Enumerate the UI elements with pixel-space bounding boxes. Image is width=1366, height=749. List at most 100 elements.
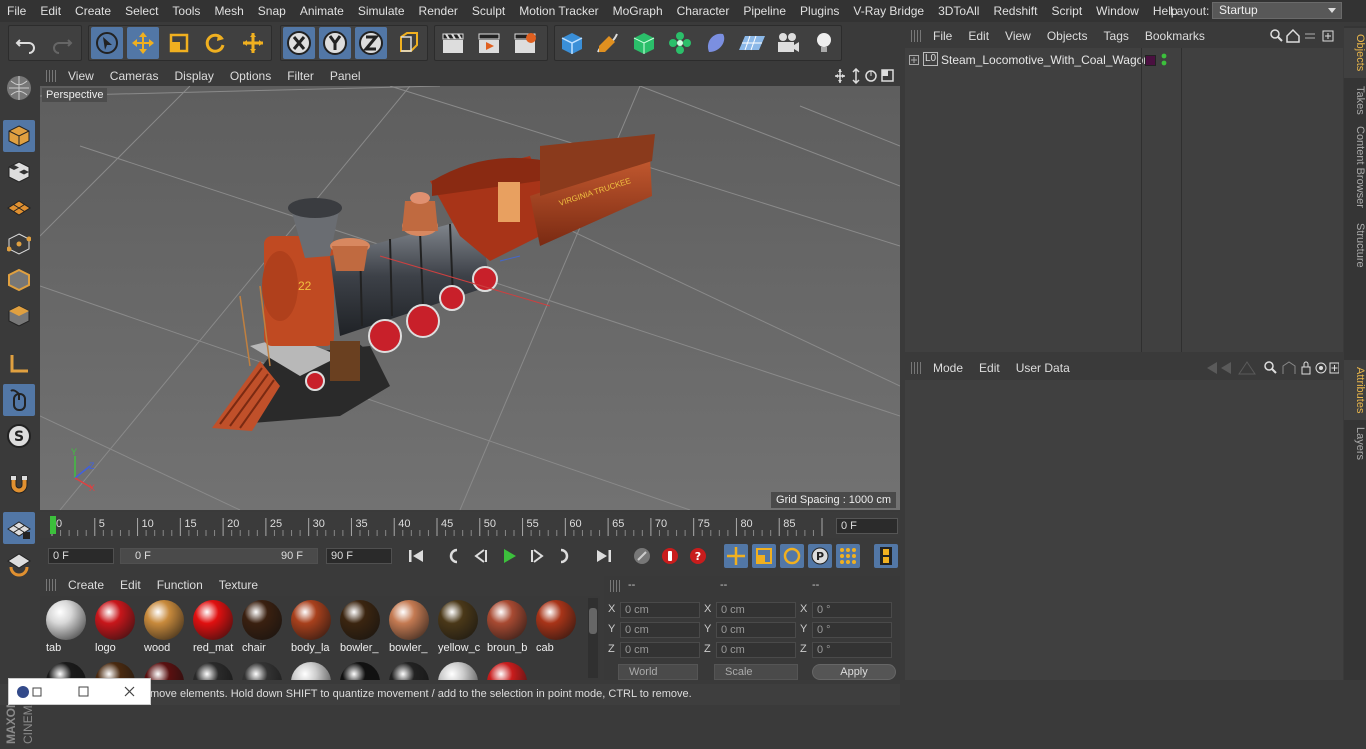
autokey-button[interactable]: ? [686, 544, 710, 568]
key-pla-button[interactable] [836, 544, 860, 568]
attr-menu-user-data[interactable]: User Data [1008, 361, 1078, 375]
om-toolbar-icons[interactable] [1269, 28, 1339, 44]
panel-grip[interactable] [46, 579, 56, 591]
material-swatch[interactable]: red_mat [191, 598, 235, 654]
x-axis-button[interactable] [283, 27, 315, 59]
transform-tool-button[interactable] [237, 27, 269, 59]
live-selection-button[interactable] [91, 27, 123, 59]
workplane-mode-button[interactable] [3, 192, 35, 224]
menu-mograph[interactable]: MoGraph [606, 0, 670, 22]
material-swatch[interactable]: body_la [289, 598, 333, 654]
material-preview-ball-row2[interactable] [193, 662, 233, 680]
undo-button[interactable] [10, 27, 42, 59]
menu-render[interactable]: Render [412, 0, 465, 22]
next-frame-button[interactable] [525, 544, 549, 568]
menu-character[interactable]: Character [670, 0, 737, 22]
menu-file[interactable]: File [0, 0, 33, 22]
timeline-playhead[interactable] [50, 516, 56, 534]
edges-mode-button[interactable] [3, 264, 35, 296]
rotation-field[interactable]: 0 ° [812, 622, 892, 638]
go-to-end-button[interactable] [592, 544, 616, 568]
camera-button[interactable] [772, 27, 804, 59]
quantize-button[interactable] [3, 548, 35, 580]
axis-mode-button[interactable] [3, 348, 35, 380]
deformer-button[interactable] [700, 27, 732, 59]
panel-grip[interactable] [610, 580, 620, 592]
viewport-menu-options[interactable]: Options [222, 69, 279, 83]
material-swatch[interactable]: wood [142, 598, 186, 654]
subdivision-button[interactable] [628, 27, 660, 59]
om-menu-edit[interactable]: Edit [960, 29, 997, 43]
visibility-dots-icon[interactable] [1160, 53, 1168, 67]
material-menu-function[interactable]: Function [149, 578, 211, 592]
expand-plus-icon[interactable] [909, 55, 919, 65]
next-key-button[interactable] [553, 544, 577, 568]
menu-snap[interactable]: Snap [251, 0, 293, 22]
material-scroll-thumb[interactable] [589, 608, 597, 634]
start-frame-field[interactable]: 0 F [48, 548, 114, 564]
tab-objects[interactable]: Objects [1344, 28, 1366, 78]
size-mode-dropdown[interactable]: Scale [714, 664, 798, 680]
rotate-tool-button[interactable] [199, 27, 231, 59]
material-swatch[interactable]: chair [240, 598, 284, 654]
menu-mesh[interactable]: Mesh [207, 0, 250, 22]
timeline-window-button[interactable] [874, 544, 898, 568]
model-mode-button[interactable] [3, 120, 35, 152]
om-menu-file[interactable]: File [925, 29, 960, 43]
rotation-field[interactable]: 0 ° [812, 602, 892, 618]
snap-button[interactable] [3, 468, 35, 500]
material-swatch[interactable]: yellow_c [436, 598, 480, 654]
material-preview-ball-row2[interactable] [438, 662, 478, 680]
key-position-button[interactable] [724, 544, 748, 568]
om-menu-view[interactable]: View [997, 29, 1039, 43]
viewport-menu-panel[interactable]: Panel [322, 69, 369, 83]
panel-grip[interactable] [911, 30, 921, 42]
apply-button[interactable]: Apply [812, 664, 896, 680]
rotation-field[interactable]: 0 ° [812, 642, 892, 658]
coordinate-mode-dropdown[interactable]: World [618, 664, 698, 680]
floor-button[interactable] [736, 27, 768, 59]
tweak-mode-button[interactable] [3, 384, 35, 416]
material-menu-create[interactable]: Create [60, 578, 112, 592]
material-preview-ball-row2[interactable] [487, 662, 527, 680]
om-menu-tags[interactable]: Tags [1096, 29, 1137, 43]
attr-menu-mode[interactable]: Mode [925, 361, 971, 375]
menu-redshift[interactable]: Redshift [986, 0, 1044, 22]
material-swatch[interactable]: broun_b [485, 598, 529, 654]
menu-select[interactable]: Select [118, 0, 165, 22]
viewport-menu-view[interactable]: View [60, 69, 102, 83]
key-scale-button[interactable] [752, 544, 776, 568]
menu-simulate[interactable]: Simulate [351, 0, 412, 22]
record-key-button[interactable] [658, 544, 682, 568]
move-tool-button[interactable] [127, 27, 159, 59]
render-view-button[interactable] [437, 27, 469, 59]
viewport-menu-cameras[interactable]: Cameras [102, 69, 167, 83]
coordinate-system-button[interactable] [393, 27, 425, 59]
key-parameter-button[interactable]: P [808, 544, 832, 568]
motion-record-button[interactable] [630, 544, 654, 568]
panel-grip[interactable] [911, 362, 921, 374]
solo-mode-button[interactable]: S [3, 420, 35, 452]
cloner-button[interactable] [664, 27, 696, 59]
material-menu-edit[interactable]: Edit [112, 578, 149, 592]
taskbar-popup-controls[interactable] [9, 679, 152, 706]
texture-mode-button[interactable] [3, 156, 35, 188]
menu-tools[interactable]: Tools [165, 0, 207, 22]
prev-frame-button[interactable] [469, 544, 493, 568]
tab-attributes[interactable]: Attributes [1344, 360, 1366, 420]
timeline-ruler[interactable]: 051015202530354045505560657075808590 [48, 514, 826, 536]
viewport-menu-filter[interactable]: Filter [279, 69, 322, 83]
material-preview-ball-row2[interactable] [389, 662, 429, 680]
layer-color-swatch[interactable] [1145, 55, 1156, 66]
position-field[interactable]: 0 cm [620, 602, 700, 618]
points-mode-button[interactable] [3, 228, 35, 260]
menu-3dtoall[interactable]: 3DToAll [931, 0, 986, 22]
z-axis-button[interactable] [355, 27, 387, 59]
tab-layers[interactable]: Layers [1344, 424, 1366, 464]
menu-plugins[interactable]: Plugins [793, 0, 846, 22]
menu-script[interactable]: Script [1044, 0, 1089, 22]
position-field[interactable]: 0 cm [620, 642, 700, 658]
viewport-scene[interactable]: 22 VIRGINIA TRUCKEE Y Z X [40, 86, 900, 510]
menu-edit[interactable]: Edit [33, 0, 68, 22]
menu-sculpt[interactable]: Sculpt [465, 0, 512, 22]
